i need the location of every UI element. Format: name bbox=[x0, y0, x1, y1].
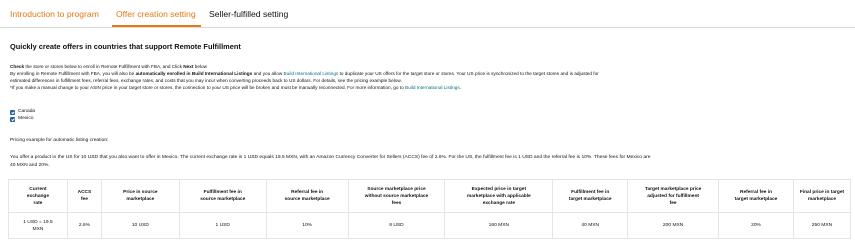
table-row: 1 USD = 19.5 MXN 2.6% 10 USD 1 USD 10% 8 … bbox=[8, 212, 852, 239]
cell-accs-fee: 2.6% bbox=[66, 212, 102, 239]
header-referral-fee-source: Referral fee in source marketplace bbox=[265, 179, 349, 213]
cell-source-price: 10 USD bbox=[100, 212, 180, 239]
section-title: Quickly create offers in countries that … bbox=[10, 42, 241, 51]
canada-label: Canada bbox=[18, 109, 36, 114]
header-source-price-without-fees: Source marketplace price without source m… bbox=[347, 179, 446, 213]
header-fulfillment-fee-target: Fulfillment fee in target marketplace bbox=[552, 179, 629, 213]
build-international-listings-link[interactable]: Build International Listings bbox=[284, 71, 339, 76]
instruction-text: to duplicate your US offers for the targ… bbox=[338, 71, 599, 76]
instruction-text: the store or stores below to enroll in R… bbox=[24, 64, 184, 69]
canada-checkbox[interactable] bbox=[10, 109, 15, 115]
cell-source-price-without-fees: 8 USD bbox=[347, 212, 446, 239]
header-target-price-adjusted: Target marketplace price adjusted for ful… bbox=[627, 179, 720, 213]
cell-final-target-price: 250 MXN bbox=[792, 212, 852, 239]
header-expected-target-price: Expected price in target marketplace with… bbox=[444, 179, 554, 213]
build-international-listings-link-2[interactable]: Build International Listings bbox=[405, 85, 460, 90]
header-price-in-source-marketplace: Price in source marketplace bbox=[100, 179, 180, 213]
pricing-example-table: Current exchange rate ACCS fee Price in sou… bbox=[8, 179, 852, 239]
table-header-row: Current exchange rate ACCS fee Price in sou… bbox=[8, 179, 852, 213]
instruction-text: and you allow bbox=[252, 71, 284, 76]
tab-introduction-to-program[interactable]: Introduction to program bbox=[10, 9, 99, 20]
cell-target-fulfillment-fee: 40 MXN bbox=[552, 212, 629, 239]
cell-source-fulfillment-fee: 1 USD bbox=[178, 212, 267, 239]
store-option-canada[interactable]: Canada bbox=[10, 109, 35, 115]
cell-target-price-adjusted: 200 MXN bbox=[627, 212, 720, 239]
cell-expected-target-price: 160 MXN bbox=[444, 212, 554, 239]
instruction-text: . bbox=[459, 85, 462, 90]
mexico-label: Mexico bbox=[18, 116, 34, 121]
active-tab-indicator bbox=[112, 25, 201, 27]
instruction-text: By enrolling in Remote Fulfillment with … bbox=[10, 71, 136, 76]
mexico-checkbox[interactable] bbox=[10, 116, 15, 122]
check-bold-text: Check bbox=[10, 64, 25, 69]
header-accs-fee: ACCS fee bbox=[66, 179, 102, 213]
pricing-example-line-2: 40 MXN and 20%. bbox=[10, 163, 50, 168]
cell-exchange-rate: 1 USD = 19.5 MXN bbox=[8, 212, 68, 239]
tab-offer-creation-setting[interactable]: Offer creation setting bbox=[116, 9, 196, 20]
store-option-mexico[interactable]: Mexico bbox=[10, 116, 34, 122]
header-fulfillment-fee-source: Fulfillment fee in source marketplace bbox=[178, 179, 267, 213]
instruction-text: below bbox=[193, 64, 207, 69]
tab-bar: Introduction to program Offer creation s… bbox=[0, 0, 855, 28]
pricing-example-line-1: You offer a product in the US for 10 USD… bbox=[10, 155, 651, 160]
tab-seller-fulfilled-setting[interactable]: Seller-fulfilled setting bbox=[209, 9, 288, 20]
cell-target-referral-fee: 20% bbox=[718, 212, 794, 239]
header-referral-fee-target: Referral fee in target marketplace bbox=[718, 179, 794, 213]
next-bold-text: Next bbox=[183, 64, 194, 69]
instruction-line-4: *If you make a manual change to your ASI… bbox=[10, 84, 461, 91]
enrollment-bold-text: automatically enrolled in Build Internat… bbox=[135, 71, 253, 76]
header-final-target-price: Final price in target marketplace bbox=[792, 179, 852, 213]
cell-source-referral-fee: 10% bbox=[265, 212, 349, 239]
header-current-exchange-rate: Current exchange rate bbox=[8, 179, 68, 213]
pricing-example-title: Pricing example for automatic listing cr… bbox=[10, 138, 109, 143]
instruction-text: *If you make a manual change to your ASI… bbox=[10, 85, 405, 90]
